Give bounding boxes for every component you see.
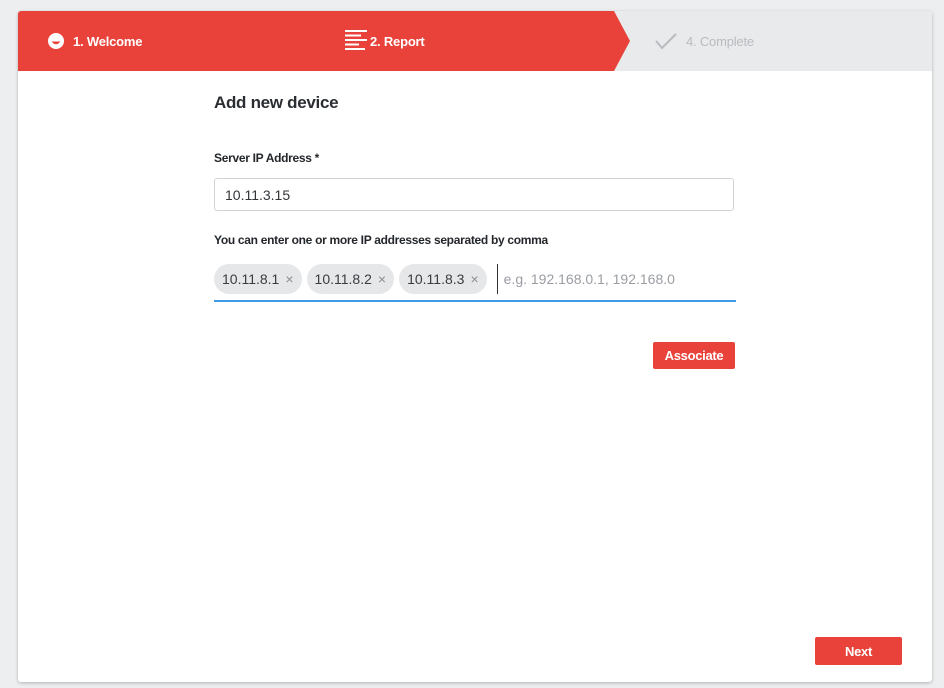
wizard-step-label: 4. Complete <box>686 33 754 49</box>
ip-tag: 10.11.8.2 × <box>306 264 395 294</box>
ip-tag: 10.11.8.3 × <box>399 264 487 294</box>
wizard-step-report[interactable]: 2. Report <box>345 11 425 71</box>
ip-tag-label: 10.11.8.2 <box>314 271 372 287</box>
server-ip-label: Server IP Address * <box>214 151 320 165</box>
checkmark-icon <box>654 31 678 51</box>
ip-tag-label: 10.11.8.1 <box>222 271 280 287</box>
ip-tags-field[interactable]: 10.11.8.1 × 10.11.8.2 × 10.11.8.3 × <box>214 262 736 302</box>
multi-ip-label: You can enter one or more IP addresses s… <box>214 233 548 247</box>
multi-ip-input[interactable] <box>496 264 736 294</box>
smile-icon <box>47 32 65 50</box>
remove-tag-icon[interactable]: × <box>285 272 293 286</box>
next-button[interactable]: Next <box>815 637 902 665</box>
server-ip-input[interactable] <box>214 178 734 211</box>
ip-tag-label: 10.11.8.3 <box>407 271 465 287</box>
associate-button[interactable]: Associate <box>653 342 735 369</box>
wizard-progress-bar: 1. Welcome 2. Report 4. Complete <box>18 11 932 71</box>
ip-tag: 10.11.8.1 × <box>214 264 302 294</box>
remove-tag-icon[interactable]: × <box>378 272 386 286</box>
wizard-step-complete[interactable]: 4. Complete <box>654 11 754 71</box>
remove-tag-icon[interactable]: × <box>470 272 478 286</box>
wizard-step-welcome[interactable]: 1. Welcome <box>47 11 142 71</box>
wizard-step-label: 2. Report <box>370 33 425 49</box>
wizard-progress-band <box>18 11 630 71</box>
wizard-card: 1. Welcome 2. Report 4. Complete Add new… <box>18 11 932 682</box>
page-title: Add new device <box>214 93 339 112</box>
wizard-step-label: 1. Welcome <box>73 33 143 49</box>
list-lines-icon <box>345 29 367 53</box>
